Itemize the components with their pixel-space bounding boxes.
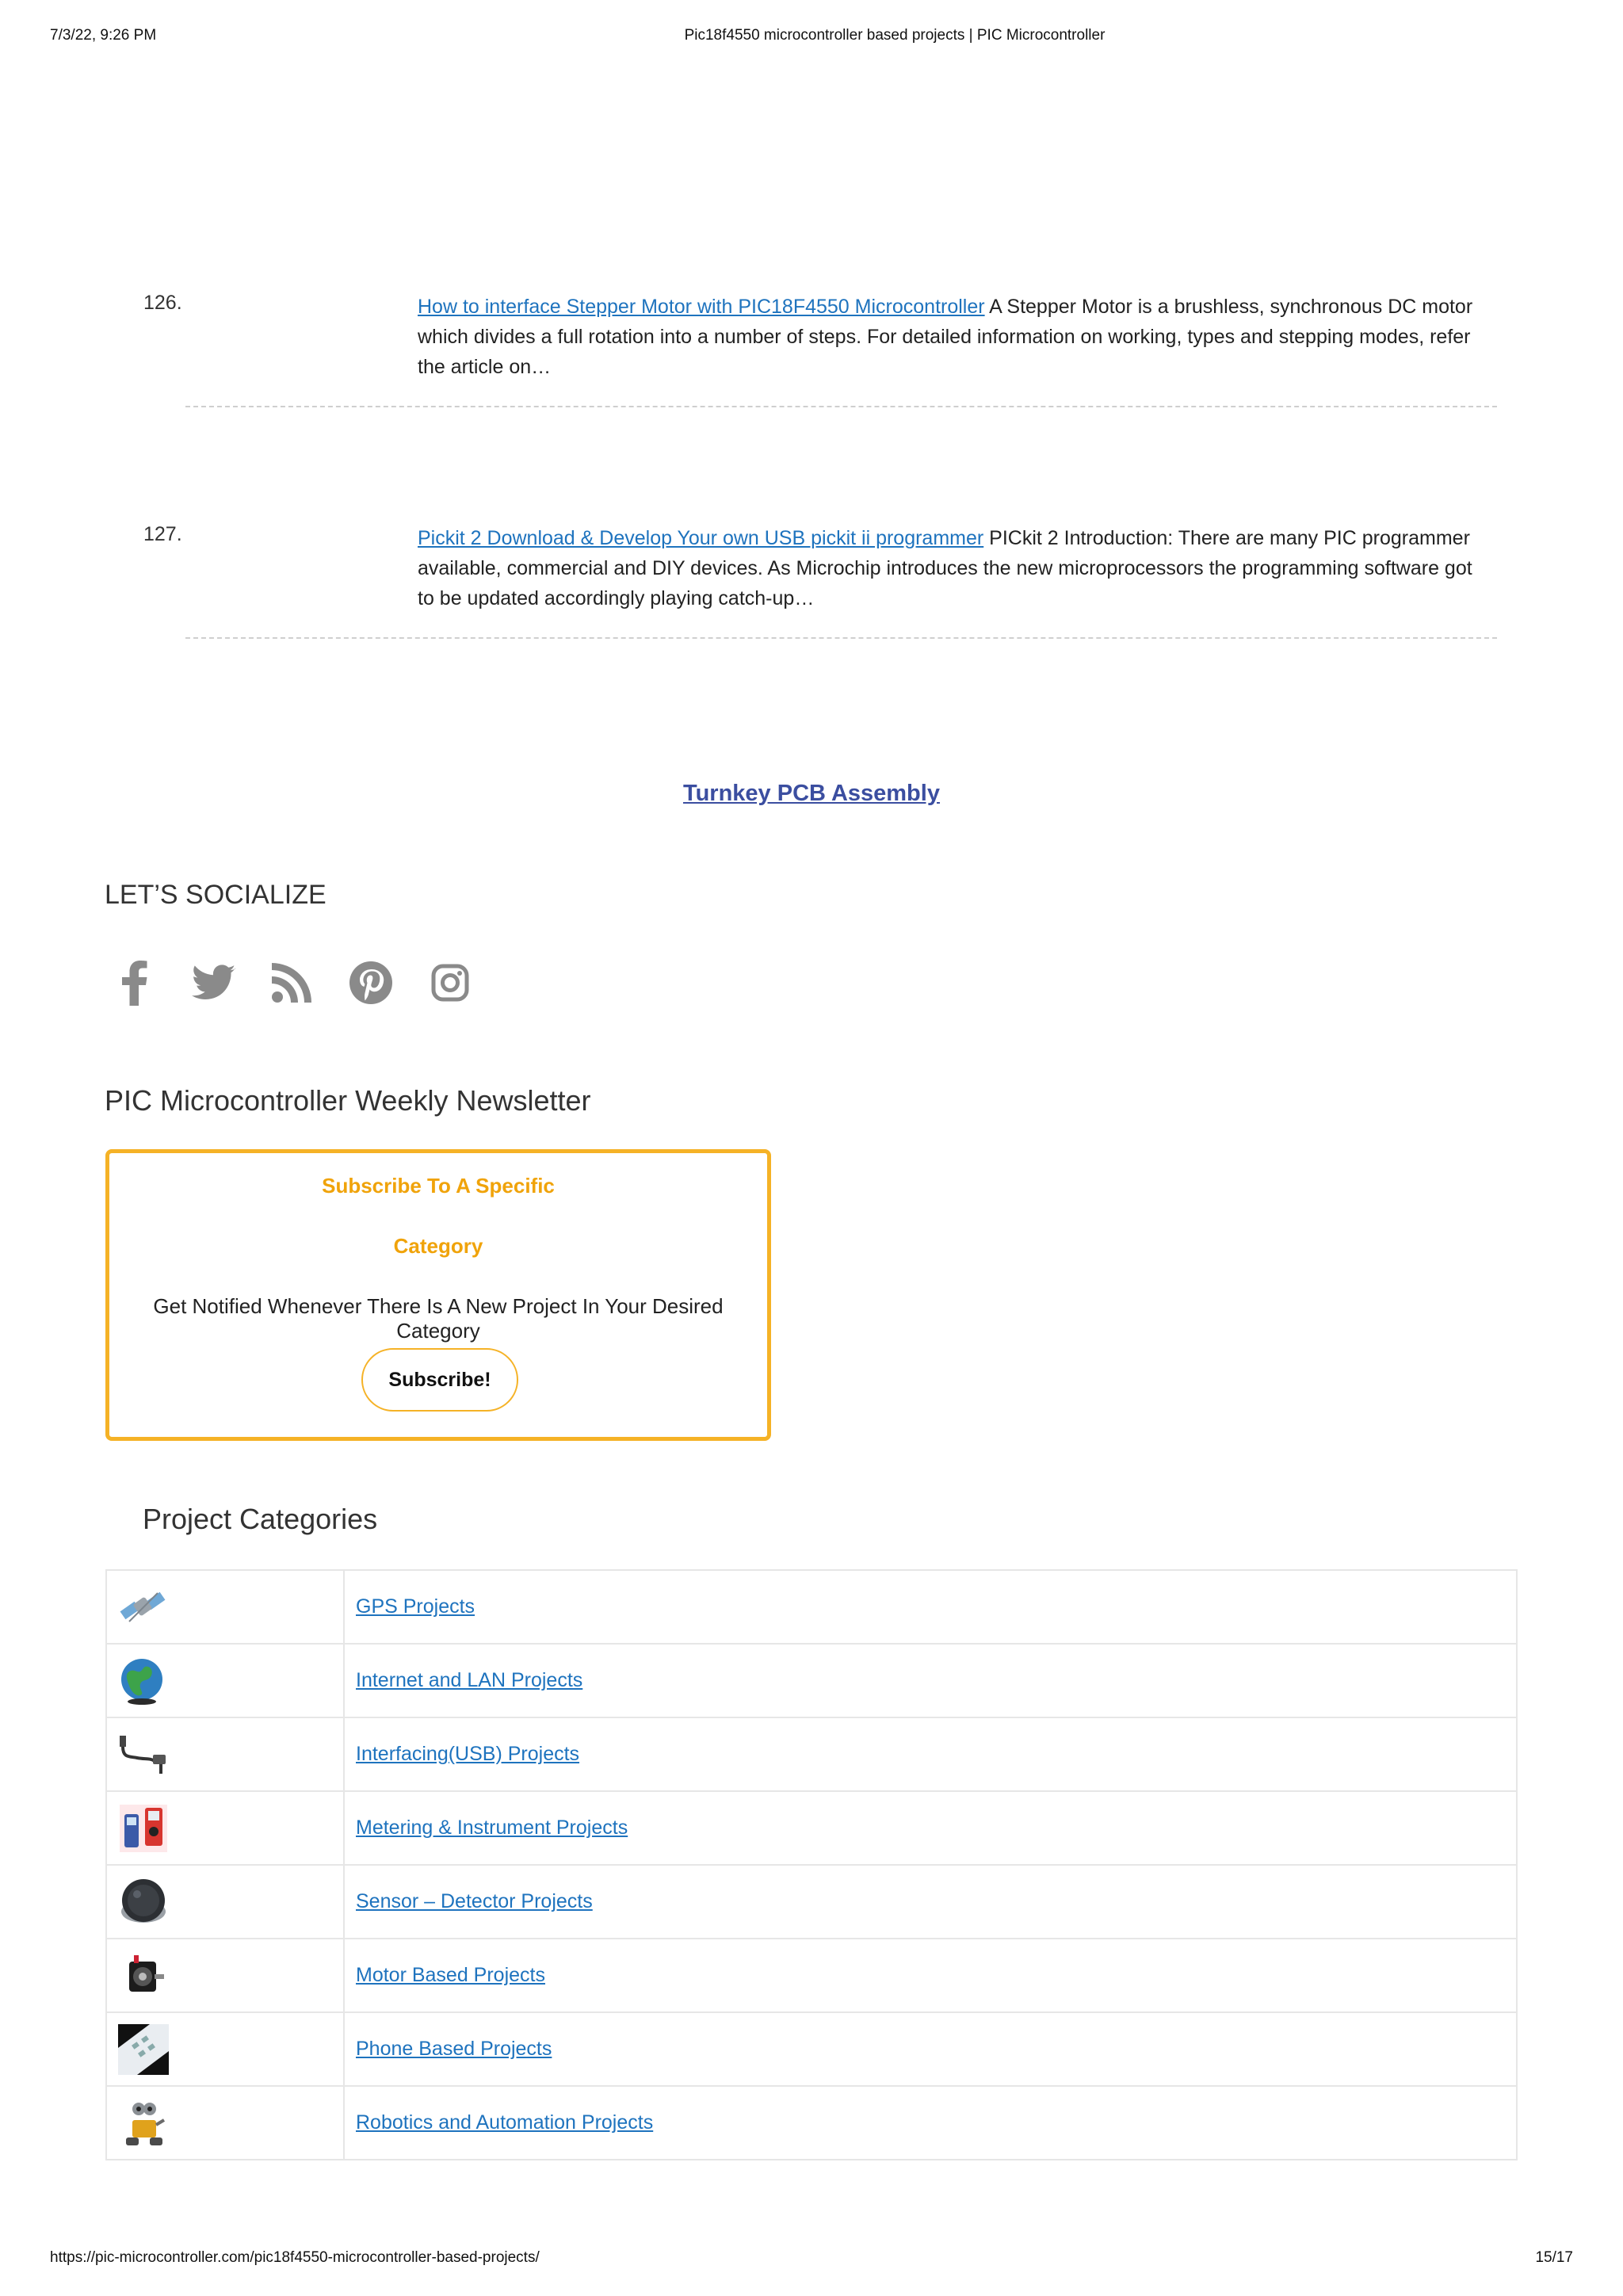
sensor-icon bbox=[121, 1878, 166, 1923]
globe-icon bbox=[121, 1658, 162, 1705]
print-page-number: 15/17 bbox=[1535, 2249, 1573, 2266]
twitter-icon[interactable] bbox=[190, 955, 238, 1010]
post-link[interactable]: Pickit 2 Download & Develop Your own USB… bbox=[418, 527, 983, 549]
category-link-internet-lan[interactable]: Internet and LAN Projects bbox=[356, 1669, 582, 1691]
category-row: Robotics and Automation Projects bbox=[105, 2085, 1518, 2160]
subscribe-title-line1: Subscribe To A Specific bbox=[322, 1174, 555, 1198]
usb-cable-icon bbox=[120, 1735, 166, 1774]
print-page-title: Pic18f4550 microcontroller based project… bbox=[684, 27, 1106, 44]
post-link[interactable]: How to interface Stepper Motor with PIC1… bbox=[418, 296, 985, 318]
subscribe-description: Get Notified Whenever There Is A New Pro… bbox=[153, 1294, 724, 1343]
instagram-icon[interactable] bbox=[426, 955, 474, 1010]
subscribe-box: Subscribe To A Specific Category Get Not… bbox=[105, 1149, 771, 1441]
satellite-icon bbox=[120, 1591, 166, 1622]
robot-icon bbox=[126, 2102, 166, 2145]
category-link-gps[interactable]: GPS Projects bbox=[356, 1595, 475, 1618]
post-number: 127. bbox=[143, 523, 182, 545]
print-header: 7/3/22, 9:26 PM Pic18f4550 microcontroll… bbox=[0, 27, 1623, 51]
category-link-interfacing-usb[interactable]: Interfacing(USB) Projects bbox=[356, 1743, 579, 1765]
categories-table: GPS Projects Internet and LAN Projects I… bbox=[105, 1569, 1518, 2160]
category-link-robotics[interactable]: Robotics and Automation Projects bbox=[356, 2111, 653, 2134]
multimeter-icon bbox=[120, 1804, 167, 1852]
post-number: 126. bbox=[143, 292, 182, 314]
post-separator bbox=[185, 406, 1497, 407]
category-row: Interfacing(USB) Projects bbox=[105, 1717, 1518, 1792]
phone-keypad-icon bbox=[118, 2023, 169, 2075]
subscribe-title-line2: Category bbox=[393, 1234, 483, 1258]
category-row: Sensor – Detector Projects bbox=[105, 1864, 1518, 1939]
post-separator bbox=[185, 637, 1497, 639]
category-row: Phone Based Projects bbox=[105, 2011, 1518, 2087]
category-row: Motor Based Projects bbox=[105, 1938, 1518, 2013]
category-link-sensor[interactable]: Sensor – Detector Projects bbox=[356, 1890, 593, 1912]
post-body: Pickit 2 Download & Develop Your own USB… bbox=[418, 523, 1491, 613]
motor-icon bbox=[129, 1954, 164, 1992]
facebook-icon[interactable] bbox=[111, 955, 158, 1010]
category-row: Internet and LAN Projects bbox=[105, 1643, 1518, 1718]
subscribe-button[interactable]: Subscribe! bbox=[361, 1348, 518, 1412]
categories-heading: Project Categories bbox=[143, 1503, 378, 1535]
rss-icon[interactable] bbox=[268, 955, 315, 1010]
newsletter-heading: PIC Microcontroller Weekly Newsletter bbox=[105, 1084, 591, 1117]
social-heading: LET’S SOCIALIZE bbox=[105, 880, 327, 910]
category-link-motor[interactable]: Motor Based Projects bbox=[356, 1964, 545, 1986]
category-row: Metering & Instrument Projects bbox=[105, 1790, 1518, 1866]
turnkey-banner: Turnkey PCB Assembly bbox=[0, 781, 1623, 807]
print-url: https://pic-microcontroller.com/pic18f45… bbox=[50, 2249, 540, 2266]
post-body: How to interface Stepper Motor with PIC1… bbox=[418, 292, 1491, 382]
pinterest-icon[interactable] bbox=[347, 955, 395, 1010]
turnkey-pcb-link[interactable]: Turnkey PCB Assembly bbox=[683, 781, 940, 806]
category-link-metering[interactable]: Metering & Instrument Projects bbox=[356, 1817, 628, 1839]
category-row: GPS Projects bbox=[105, 1569, 1518, 1645]
category-link-phone[interactable]: Phone Based Projects bbox=[356, 2038, 552, 2060]
